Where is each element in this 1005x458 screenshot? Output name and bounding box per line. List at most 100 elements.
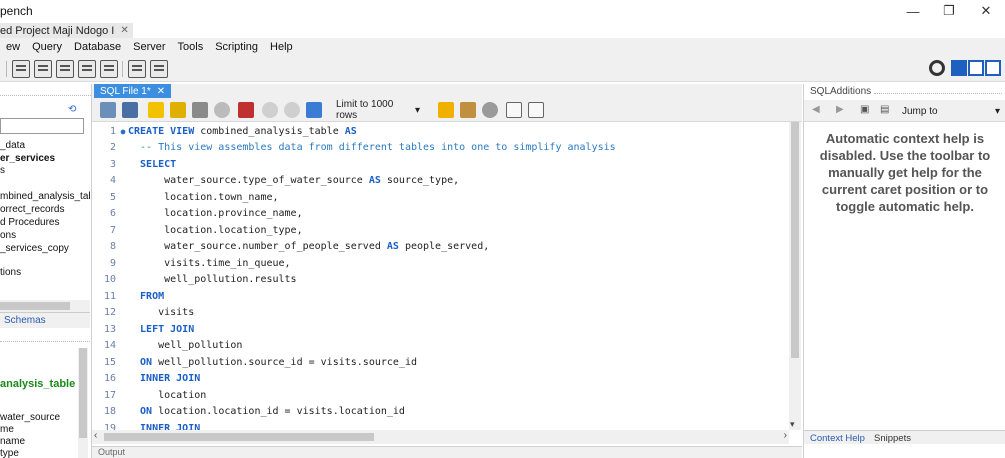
schema-tree-item[interactable]: ons xyxy=(0,230,90,241)
tab-sql-file[interactable]: SQL File 1* ✕ xyxy=(94,84,172,98)
info-v-scrollbar[interactable] xyxy=(78,348,88,458)
code-line[interactable]: 16 INNER JOIN xyxy=(92,371,789,387)
close-window-button[interactable]: ✕ xyxy=(963,0,1005,22)
code-line[interactable]: 15 ON well_pollution.source_id = visits.… xyxy=(92,354,789,370)
code-line[interactable]: 1 ● CREATE VIEW combined_analysis_table AS xyxy=(92,123,789,139)
schema-tree-item[interactable]: tions xyxy=(0,267,90,278)
sidebar-h-scrollbar[interactable] xyxy=(0,300,90,312)
search-table-data-icon[interactable] xyxy=(128,60,146,78)
manual-help-icon[interactable]: ▣ xyxy=(860,104,869,115)
jump-to-select[interactable]: Jump to ▾ xyxy=(902,104,1002,118)
code-text: location.town_name, xyxy=(128,191,279,203)
new-sql-tab-icon[interactable] xyxy=(12,60,30,78)
panel-layout-toggles xyxy=(951,60,1001,76)
stop-icon[interactable] xyxy=(214,102,230,118)
rollback-icon[interactable] xyxy=(284,102,300,118)
schema-tree-item[interactable]: _services_copy xyxy=(0,243,90,254)
execute-icon[interactable] xyxy=(148,102,164,118)
code-line[interactable]: 13 LEFT JOIN xyxy=(92,321,789,337)
sql-additions-tabs: Context Help Snippets xyxy=(804,430,1005,444)
open-sql-script-icon[interactable] xyxy=(34,60,52,78)
word-wrap-icon[interactable] xyxy=(528,102,544,118)
sql-additions-title: SQLAdditions xyxy=(810,86,872,97)
tab-schemas[interactable]: Schemas xyxy=(4,315,46,326)
menu-item[interactable]: ew xyxy=(0,41,26,53)
editor-v-scrollbar[interactable]: ▾ xyxy=(789,122,801,430)
code-line[interactable]: 11 FROM xyxy=(92,288,789,304)
line-number: 2 xyxy=(109,142,116,153)
schema-tree-item[interactable]: orrect_records xyxy=(0,204,90,215)
create-schema-icon[interactable] xyxy=(78,60,96,78)
information-header xyxy=(0,336,90,342)
code-line[interactable]: 7 location.location_type, xyxy=(92,222,789,238)
close-tab-icon[interactable]: ✕ xyxy=(157,86,165,97)
sidebar-tabs: Schemas xyxy=(0,312,90,328)
create-table-icon[interactable] xyxy=(100,60,118,78)
schema-tree-item[interactable]: _data xyxy=(0,140,90,151)
code-line[interactable]: 10 well_pollution.results xyxy=(92,272,789,288)
schema-tree-item[interactable]: s xyxy=(0,165,90,176)
save-icon[interactable] xyxy=(122,102,138,118)
line-number: 14 xyxy=(103,340,116,351)
object-info-item: type xyxy=(0,448,19,458)
code-line[interactable]: 9 visits.time_in_queue, xyxy=(92,255,789,271)
menu-item[interactable]: Database xyxy=(68,41,127,53)
autocommit-icon[interactable] xyxy=(306,102,322,118)
code-line[interactable]: 19 INNER JOIN xyxy=(92,420,789,431)
beautify-icon[interactable] xyxy=(460,102,476,118)
schema-filter-input[interactable] xyxy=(0,118,84,134)
code-text: ON well_pollution.source_id = visits.sou… xyxy=(128,356,417,368)
menu-item[interactable]: Tools xyxy=(172,41,210,53)
connection-tab[interactable]: ed Project Maji Ndogo I ✕ xyxy=(0,23,133,38)
schema-tree-item[interactable]: d Procedures xyxy=(0,217,90,228)
toggle-secondary-sidebar-icon[interactable] xyxy=(985,60,1001,76)
object-info-item: me xyxy=(0,424,14,435)
forward-icon[interactable]: ▶ xyxy=(836,104,844,115)
code-line[interactable]: 18 ON location.location_id = visits.loca… xyxy=(92,404,789,420)
menu-item[interactable]: Query xyxy=(26,41,68,53)
navigator-sidebar: ⟲ _data er_servicess mbined_analysis_table… xyxy=(0,84,92,458)
code-line[interactable]: 3 SELECT xyxy=(92,156,789,172)
menu-item[interactable]: Server xyxy=(127,41,171,53)
code-line[interactable]: 5 location.town_name, xyxy=(92,189,789,205)
back-icon[interactable]: ◀ xyxy=(812,104,820,115)
inspect-schema-icon[interactable] xyxy=(56,60,74,78)
limit-rows-select[interactable]: Limit to 1000 rows ▾ xyxy=(332,99,424,121)
code-line[interactable]: 12 visits xyxy=(92,305,789,321)
execute-current-icon[interactable] xyxy=(170,102,186,118)
commit-icon[interactable] xyxy=(262,102,278,118)
close-tab-icon[interactable]: ✕ xyxy=(120,25,128,36)
code-line[interactable]: 14 well_pollution xyxy=(92,338,789,354)
tab-context-help[interactable]: Context Help xyxy=(810,433,865,444)
code-text: water_source.number_of_people_served AS … xyxy=(128,241,490,252)
menu-item[interactable]: Help xyxy=(264,41,299,53)
find-icon[interactable] xyxy=(482,102,498,118)
schema-tree-item[interactable]: er_services xyxy=(0,153,90,164)
line-number: 16 xyxy=(103,373,116,384)
object-info-item: water_source xyxy=(0,412,61,423)
sql-editor[interactable]: 1 ● CREATE VIEW combined_analysis_table AS… xyxy=(92,122,789,430)
invisible-chars-icon[interactable] xyxy=(506,102,522,118)
code-line[interactable]: 17 location xyxy=(92,387,789,403)
refresh-icon[interactable]: ⟲ xyxy=(68,104,76,115)
open-file-icon[interactable] xyxy=(100,102,116,118)
code-line[interactable]: 6 location.province_name, xyxy=(92,206,789,222)
schema-tree-item[interactable]: mbined_analysis_table xyxy=(0,191,90,202)
menu-item[interactable]: Scripting xyxy=(209,41,264,53)
context-help-message: Automatic context help is disabled. Use … xyxy=(819,131,991,214)
toggle-output-icon[interactable] xyxy=(968,60,984,76)
code-line[interactable]: 2 -- This view assembles data from diffe… xyxy=(92,140,789,156)
code-line[interactable]: 4 water_source.type_of_water_source AS s… xyxy=(92,173,789,189)
settings-gear-icon[interactable] xyxy=(929,60,945,76)
toggle-error-icon[interactable] xyxy=(238,102,254,118)
auto-help-icon[interactable]: ▤ xyxy=(880,104,889,115)
toggle-sidebar-icon[interactable] xyxy=(951,60,967,76)
reconnect-icon[interactable] xyxy=(150,60,168,78)
tab-snippets[interactable]: Snippets xyxy=(874,433,911,444)
add-snippet-icon[interactable] xyxy=(438,102,454,118)
code-line[interactable]: 8 water_source.number_of_people_served A… xyxy=(92,239,789,255)
code-text: ON location.location_id = visits.locatio… xyxy=(128,406,405,417)
editor-h-scrollbar[interactable]: ‹ › xyxy=(92,430,789,444)
line-number: 10 xyxy=(103,274,116,285)
explain-icon[interactable] xyxy=(192,102,208,118)
